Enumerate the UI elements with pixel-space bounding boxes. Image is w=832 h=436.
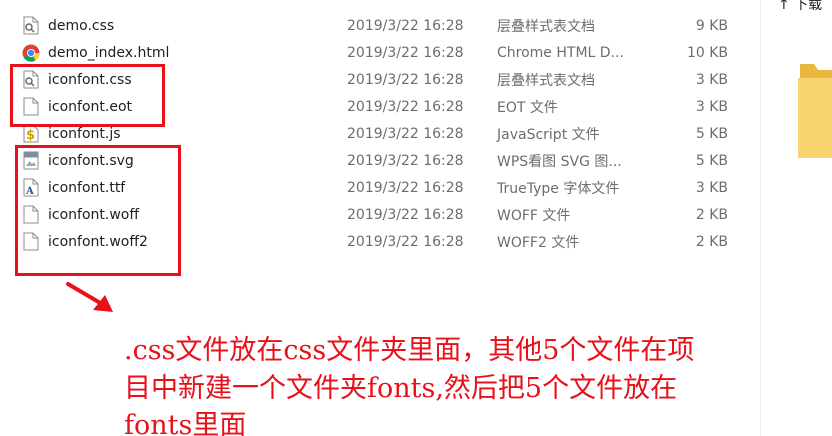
file-size: 3 KB bbox=[695, 71, 728, 88]
partial-toolbar-text: ↑ 下载 bbox=[778, 0, 823, 13]
file-size: 10 KB bbox=[686, 44, 728, 61]
pane-divider bbox=[760, 0, 761, 436]
file-type: TrueType 字体文件 bbox=[497, 180, 620, 197]
file-date: 2019/3/22 16:28 bbox=[347, 179, 464, 196]
chrome-icon bbox=[20, 42, 42, 64]
file-date: 2019/3/22 16:28 bbox=[347, 17, 464, 34]
file-name: demo_index.html bbox=[48, 44, 170, 61]
file-size: 2 KB bbox=[695, 206, 728, 223]
file-row-demo-index-html[interactable]: demo_index.html 2019/3/22 16:28 Chrome H… bbox=[18, 39, 738, 66]
svg-text:$: $ bbox=[26, 128, 35, 143]
annotation-line-1: .css文件放在css文件夹里面，其他5个文件在项 bbox=[124, 335, 695, 366]
file-type: WPS看图 SVG 图... bbox=[497, 153, 622, 170]
file-type: 层叠样式表文档 bbox=[497, 72, 595, 89]
file-row-demo-css[interactable]: demo.css 2019/3/22 16:28 层叠样式表文档 9 KB bbox=[18, 12, 738, 39]
file-type: WOFF2 文件 bbox=[497, 234, 580, 251]
file-date: 2019/3/22 16:28 bbox=[347, 98, 464, 115]
file-type: Chrome HTML D... bbox=[497, 44, 624, 61]
file-type: 层叠样式表文档 bbox=[497, 18, 595, 35]
file-size: 2 KB bbox=[695, 233, 728, 250]
file-type: JavaScript 文件 bbox=[497, 126, 600, 143]
file-name: iconfont.js bbox=[48, 125, 121, 142]
file-size: 5 KB bbox=[695, 125, 728, 142]
file-name: demo.css bbox=[48, 17, 115, 34]
file-date: 2019/3/22 16:28 bbox=[347, 233, 464, 250]
annotation-line-2: 目中新建一个文件夹fonts,然后把5个文件放在 bbox=[124, 373, 678, 404]
file-type: EOT 文件 bbox=[497, 99, 558, 116]
file-size: 3 KB bbox=[695, 98, 728, 115]
explorer-window: demo.css 2019/3/22 16:28 层叠样式表文档 9 KB de… bbox=[0, 0, 832, 436]
css-file-icon bbox=[20, 15, 42, 37]
file-date: 2019/3/22 16:28 bbox=[347, 71, 464, 88]
annotation-line-3: fonts里面 bbox=[124, 410, 247, 436]
arrow-icon bbox=[66, 282, 113, 312]
folder-icon[interactable] bbox=[796, 60, 832, 160]
highlight-box-css-eot bbox=[10, 64, 165, 127]
file-size: 5 KB bbox=[695, 152, 728, 169]
file-size: 3 KB bbox=[695, 179, 728, 196]
highlight-box-font-files bbox=[15, 145, 181, 276]
file-type: WOFF 文件 bbox=[497, 207, 571, 224]
file-date: 2019/3/22 16:28 bbox=[347, 44, 464, 61]
file-date: 2019/3/22 16:28 bbox=[347, 206, 464, 223]
file-date: 2019/3/22 16:28 bbox=[347, 152, 464, 169]
file-size: 9 KB bbox=[695, 17, 728, 34]
file-date: 2019/3/22 16:28 bbox=[347, 125, 464, 142]
